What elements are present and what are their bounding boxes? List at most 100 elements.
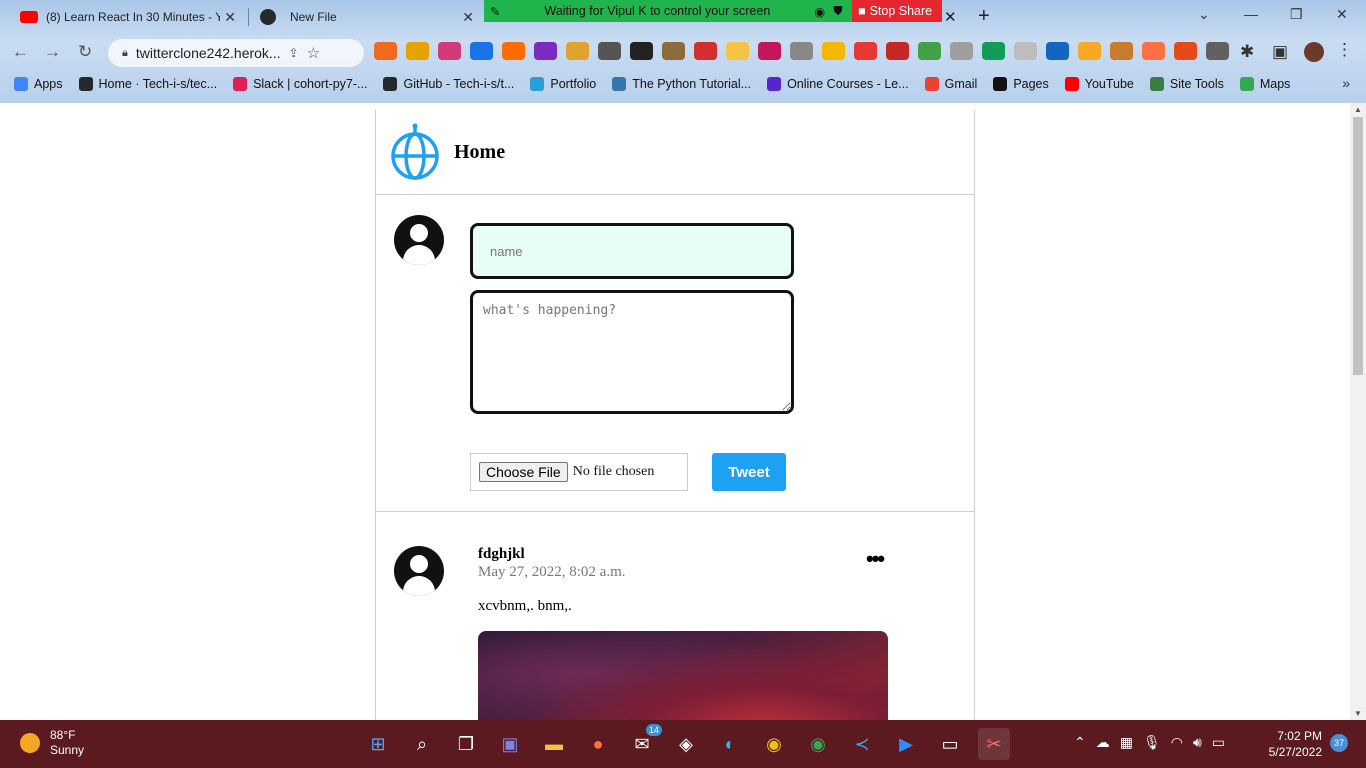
profile-avatar[interactable] xyxy=(1304,42,1324,62)
search-icon[interactable]: ⌕ xyxy=(406,728,438,760)
bookmark-item[interactable]: Home · Tech-i-s/tec... xyxy=(78,77,217,91)
extension-icon[interactable] xyxy=(822,42,845,60)
task-view-icon[interactable]: ❐ xyxy=(450,728,482,760)
calendar-icon[interactable]: ▦ xyxy=(1120,734,1133,751)
extension-icon[interactable] xyxy=(1110,42,1133,60)
edge-icon[interactable]: ◐ xyxy=(714,728,746,760)
side-panel-icon[interactable]: ▣ xyxy=(1272,42,1288,62)
github-desktop-icon[interactable]: ◈ xyxy=(670,728,702,760)
extension-icon[interactable] xyxy=(502,42,525,60)
file-explorer-icon[interactable]: ▬ xyxy=(538,728,570,760)
extension-icon[interactable] xyxy=(630,42,653,60)
notification-badge[interactable]: 37 xyxy=(1330,734,1348,752)
extension-icon[interactable] xyxy=(566,42,589,60)
bookmark-item[interactable]: Portfolio xyxy=(530,77,596,91)
new-tab-icon[interactable]: + xyxy=(978,5,990,28)
bookmark-item[interactable]: Gmail xyxy=(924,77,977,91)
close-tab-icon[interactable]: ✕ xyxy=(224,9,236,26)
extension-icon[interactable] xyxy=(694,42,717,60)
back-icon[interactable]: ← xyxy=(12,42,29,62)
wifi-icon[interactable]: ◠ xyxy=(1171,734,1183,751)
bookmark-item[interactable]: Slack | cohort-py7-... xyxy=(233,77,367,91)
extension-icon[interactable] xyxy=(470,42,493,60)
restore-icon[interactable]: ❐ xyxy=(1290,6,1303,23)
weather-temp: 88°F xyxy=(50,728,76,742)
extension-icon[interactable] xyxy=(854,42,877,60)
scrollbar-thumb[interactable] xyxy=(1353,117,1363,375)
share-icon[interactable]: ⇪ xyxy=(289,46,299,60)
stop-share-button[interactable]: ■ Stop Share xyxy=(852,0,942,22)
choose-file-button[interactable]: Choose File xyxy=(479,462,568,482)
page-scrollbar[interactable]: ▲ ▼ xyxy=(1350,103,1366,720)
start-icon[interactable]: ⊞ xyxy=(362,728,394,760)
tab-github[interactable]: New File ✕ xyxy=(250,0,484,34)
mail-icon[interactable]: ✉ 14 xyxy=(626,724,662,760)
close-tab-icon[interactable]: ✕ xyxy=(462,9,474,26)
scroll-down-icon[interactable]: ▼ xyxy=(1354,709,1362,718)
minimize-icon[interactable]: — xyxy=(1244,6,1258,22)
pause-icon[interactable]: ◉ xyxy=(814,4,825,19)
bookmark-item[interactable]: The Python Tutorial... xyxy=(612,77,751,91)
battery-icon[interactable]: ▭ xyxy=(1212,734,1225,751)
extension-icon[interactable] xyxy=(1046,42,1069,60)
name-input[interactable] xyxy=(470,223,794,279)
extension-icon[interactable] xyxy=(1014,42,1037,60)
extension-icon[interactable] xyxy=(918,42,941,60)
clock[interactable]: 7:02 PM 5/27/2022 xyxy=(1262,728,1322,760)
bookmark-star-icon[interactable]: ☆ xyxy=(307,44,320,62)
bookmark-item[interactable]: YouTube xyxy=(1064,77,1134,91)
bookmark-label: Site Tools xyxy=(1169,77,1224,91)
puzzle-icon[interactable]: ✱ xyxy=(1240,42,1254,62)
teams-icon[interactable]: ▣ xyxy=(494,728,526,760)
more-options-icon[interactable]: ••• xyxy=(866,546,885,572)
extension-icon[interactable] xyxy=(1078,42,1101,60)
close-window-icon[interactable]: ✕ xyxy=(1336,6,1348,23)
firefox-icon[interactable]: ● xyxy=(582,728,614,760)
tab-search-icon[interactable]: ⌄ xyxy=(1198,6,1210,23)
bookmark-item[interactable]: Maps xyxy=(1239,77,1290,91)
extension-icon[interactable] xyxy=(662,42,685,60)
bookmark-favicon-icon xyxy=(1149,77,1164,91)
bookmark-item[interactable]: GitHub - Tech-i-s/t... xyxy=(383,77,514,91)
zoom-icon[interactable]: ▶ xyxy=(890,728,922,760)
close-tab-icon[interactable]: ✕ xyxy=(944,8,957,26)
tab-youtube[interactable]: (8) Learn React In 30 Minutes - Yo ✕ xyxy=(10,0,246,34)
tweet-textarea[interactable] xyxy=(470,290,794,414)
bookmark-item[interactable]: Online Courses - Le... xyxy=(767,77,909,91)
extension-icon[interactable] xyxy=(1206,42,1229,60)
bookmark-item[interactable]: Pages xyxy=(993,77,1049,91)
vscode-icon[interactable]: ≺ xyxy=(846,728,878,760)
tab-title: (8) Learn React In 30 Minutes - Yo xyxy=(46,10,220,24)
onedrive-icon[interactable]: ☁ xyxy=(1096,734,1110,751)
extension-icon[interactable] xyxy=(1142,42,1165,60)
weather-widget[interactable]: 88°F Sunny xyxy=(20,728,84,758)
extension-icon[interactable] xyxy=(790,42,813,60)
extension-icon[interactable] xyxy=(598,42,621,60)
extension-icon[interactable] xyxy=(374,42,397,60)
chevron-up-icon[interactable]: ⌃ xyxy=(1074,734,1086,751)
extension-icon[interactable] xyxy=(950,42,973,60)
address-bar[interactable]: 🔒︎ twitterclone242.herok... ⇪ ☆ xyxy=(108,39,364,67)
extension-icon[interactable] xyxy=(758,42,781,60)
chrome-profile-icon[interactable]: ◉ xyxy=(802,728,834,760)
terminal-icon[interactable]: ▭ xyxy=(934,728,966,760)
chrome-icon[interactable]: ◉ xyxy=(758,728,790,760)
tweet-button[interactable]: Tweet xyxy=(712,453,786,491)
scroll-up-icon[interactable]: ▲ xyxy=(1354,105,1362,114)
extension-icon[interactable] xyxy=(726,42,749,60)
reload-icon[interactable]: ↻ xyxy=(78,42,92,62)
snipping-tool-icon[interactable]: ✂ xyxy=(978,728,1010,760)
extension-icon[interactable] xyxy=(534,42,557,60)
bookmark-item[interactable]: Apps xyxy=(14,77,63,91)
extension-icon[interactable] xyxy=(1174,42,1197,60)
extension-icon[interactable] xyxy=(886,42,909,60)
extension-icon[interactable] xyxy=(406,42,429,60)
bookmark-item[interactable]: Site Tools xyxy=(1149,77,1224,91)
volume-icon[interactable]: 🔊︎ xyxy=(1193,734,1202,751)
microphone-icon[interactable]: 🎙︎ xyxy=(1143,734,1161,751)
extension-icon[interactable] xyxy=(982,42,1005,60)
forward-icon[interactable]: → xyxy=(44,42,61,62)
extension-icon[interactable] xyxy=(438,42,461,60)
menu-icon[interactable]: ⋮ xyxy=(1336,40,1353,60)
chevron-right-icon[interactable]: » xyxy=(1342,75,1350,91)
